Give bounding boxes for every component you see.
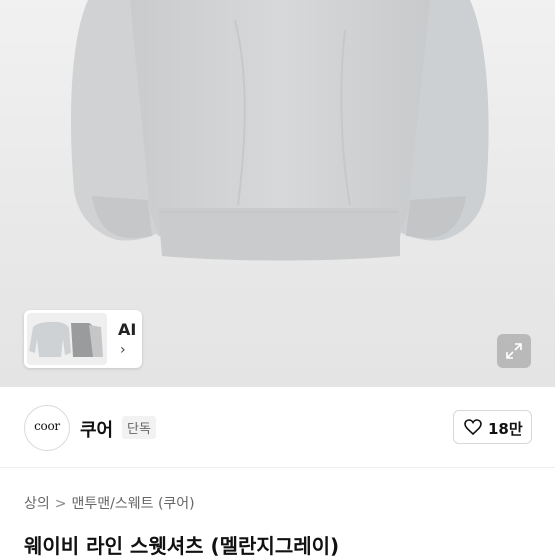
ai-thumbnail-card[interactable]: AI › [24, 310, 142, 368]
seller-logo-text: coor [34, 419, 60, 433]
expand-image-button[interactable] [497, 334, 531, 368]
breadcrumb-item-category[interactable]: 상의 [24, 496, 50, 512]
divider [0, 467, 555, 468]
breadcrumb-separator: > [54, 496, 67, 512]
seller-name[interactable]: 쿠어 [80, 416, 113, 442]
like-count: 18만 [488, 420, 523, 438]
breadcrumb: 상의 > 맨투맨/스웨트 (쿠어) [24, 493, 195, 513]
breadcrumb-item-subcategory[interactable]: 맨투맨/스웨트 (쿠어) [72, 496, 195, 512]
heart-outline-icon [464, 419, 482, 435]
exclusive-badge: 단독 [122, 416, 156, 439]
thumbnail-image [27, 313, 107, 365]
product-image-area[interactable]: AI › [0, 0, 555, 387]
ai-label: AI [118, 320, 137, 339]
expand-arrows-icon [506, 343, 522, 359]
chevron-right-icon: › [120, 342, 126, 358]
seller-logo[interactable]: coor [24, 405, 70, 451]
like-button[interactable]: 18만 [453, 410, 532, 444]
